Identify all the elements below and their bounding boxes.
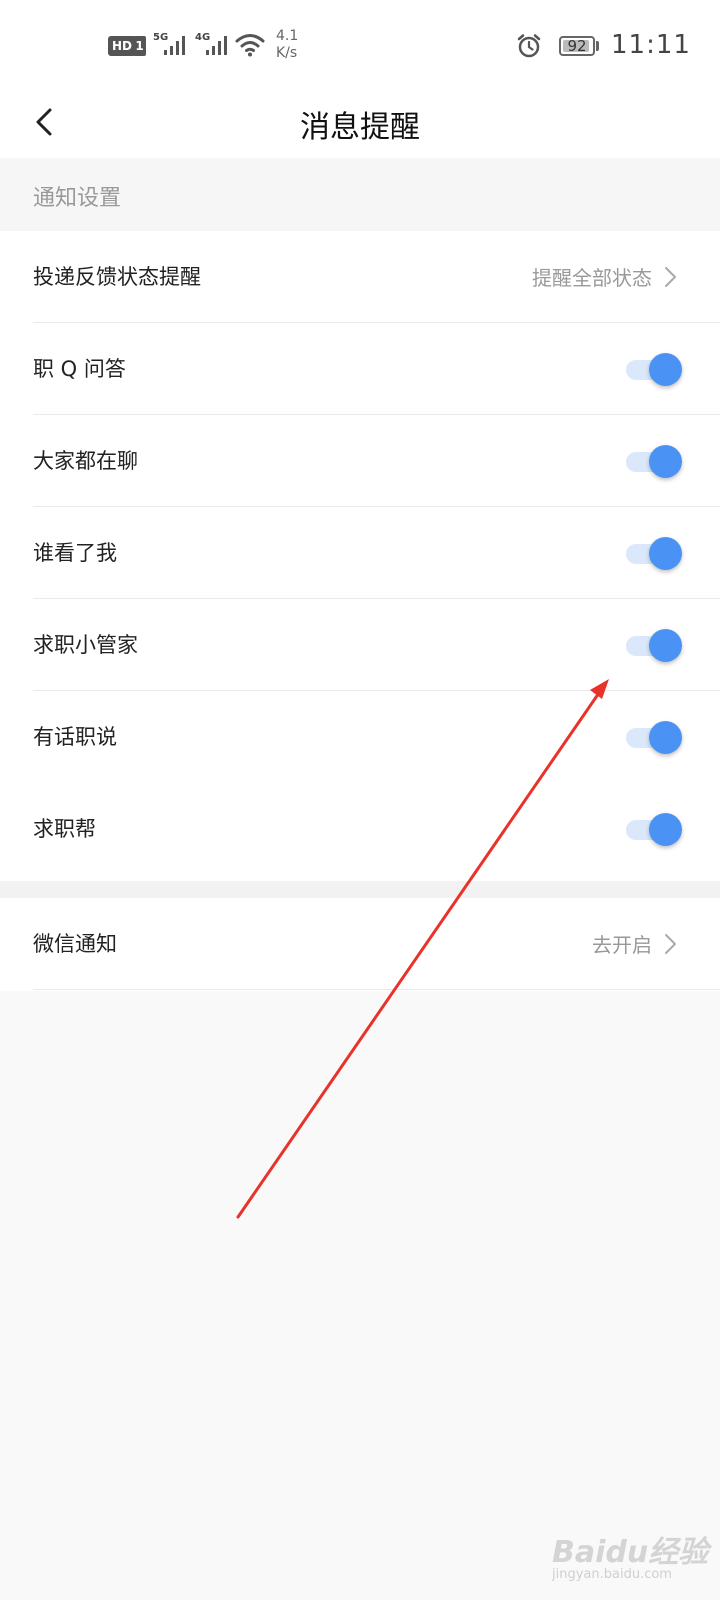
sim-badge: 1 bbox=[133, 36, 146, 56]
toggle-career-talk[interactable] bbox=[626, 721, 682, 755]
nav-header: 消息提醒 bbox=[0, 90, 720, 158]
toggle-job-assistant[interactable] bbox=[626, 629, 682, 663]
row-label: 求职帮 bbox=[33, 817, 96, 841]
alarm-icon bbox=[517, 34, 541, 58]
signal-icon bbox=[164, 36, 185, 55]
network-speed: 4.1 K/s bbox=[276, 28, 298, 62]
divider bbox=[33, 989, 720, 990]
status-bar: HD 1 5G 4G 4.1 K/s 92 11:11 bbox=[0, 0, 720, 90]
toggle-zhiq-qa[interactable] bbox=[626, 353, 682, 387]
row-value: 去开启 bbox=[592, 933, 652, 957]
row-who-viewed-me: 谁看了我 bbox=[0, 507, 720, 599]
chevron-right-icon bbox=[665, 934, 676, 954]
row-value: 提醒全部状态 bbox=[532, 266, 652, 290]
notification-settings-list: 投递反馈状态提醒 提醒全部状态 职 Q 问答 大家都在聊 谁看了我 求职小管家 bbox=[0, 231, 720, 881]
toggle-who-viewed-me[interactable] bbox=[626, 537, 682, 571]
hd-badge: HD bbox=[108, 36, 137, 56]
section-header: 通知设置 bbox=[0, 158, 720, 231]
section-title: 通知设置 bbox=[33, 186, 122, 211]
row-job-help: 求职帮 bbox=[0, 783, 720, 875]
row-label: 微信通知 bbox=[33, 932, 117, 956]
row-label: 职 Q 问答 bbox=[33, 357, 126, 381]
watermark-logo: Baidu经验 bbox=[552, 1535, 709, 1570]
toggle-thumb bbox=[649, 445, 682, 478]
page-title: 消息提醒 bbox=[300, 110, 420, 145]
network-speed-value: 4.1 bbox=[276, 28, 299, 44]
toggle-thumb bbox=[649, 629, 682, 662]
toggle-job-help[interactable] bbox=[626, 813, 682, 847]
battery-tip bbox=[596, 41, 599, 51]
row-career-talk: 有话职说 bbox=[0, 691, 720, 783]
toggle-thumb bbox=[649, 721, 682, 754]
toggle-thumb bbox=[649, 353, 682, 386]
row-zhiq-qa: 职 Q 问答 bbox=[0, 323, 720, 415]
row-job-assistant: 求职小管家 bbox=[0, 599, 720, 691]
row-everyone-chatting: 大家都在聊 bbox=[0, 415, 720, 507]
row-label: 投递反馈状态提醒 bbox=[33, 265, 201, 289]
section-gap bbox=[0, 881, 720, 898]
row-label: 大家都在聊 bbox=[33, 449, 138, 473]
row-wechat-notification[interactable]: 微信通知 去开启 bbox=[0, 898, 720, 990]
row-delivery-feedback[interactable]: 投递反馈状态提醒 提醒全部状态 bbox=[0, 231, 720, 323]
network-speed-unit: K/s bbox=[276, 45, 298, 61]
wifi-icon bbox=[235, 34, 265, 57]
wechat-settings-list: 微信通知 去开启 bbox=[0, 898, 720, 991]
battery-icon: 92 bbox=[559, 36, 595, 56]
signal-icon bbox=[206, 36, 227, 55]
toggle-everyone-chatting[interactable] bbox=[626, 445, 682, 479]
toggle-thumb bbox=[649, 813, 682, 846]
baidu-watermark: Baidu经验 jingyan.baidu.com bbox=[552, 1515, 712, 1585]
clock: 11:11 bbox=[611, 30, 691, 60]
watermark-url: jingyan.baidu.com bbox=[552, 1567, 672, 1582]
row-label: 求职小管家 bbox=[33, 633, 138, 657]
battery-percent: 92 bbox=[567, 37, 587, 55]
chevron-right-icon bbox=[665, 267, 676, 287]
row-label: 有话职说 bbox=[33, 725, 117, 749]
row-label: 谁看了我 bbox=[33, 541, 117, 565]
toggle-thumb bbox=[649, 537, 682, 570]
